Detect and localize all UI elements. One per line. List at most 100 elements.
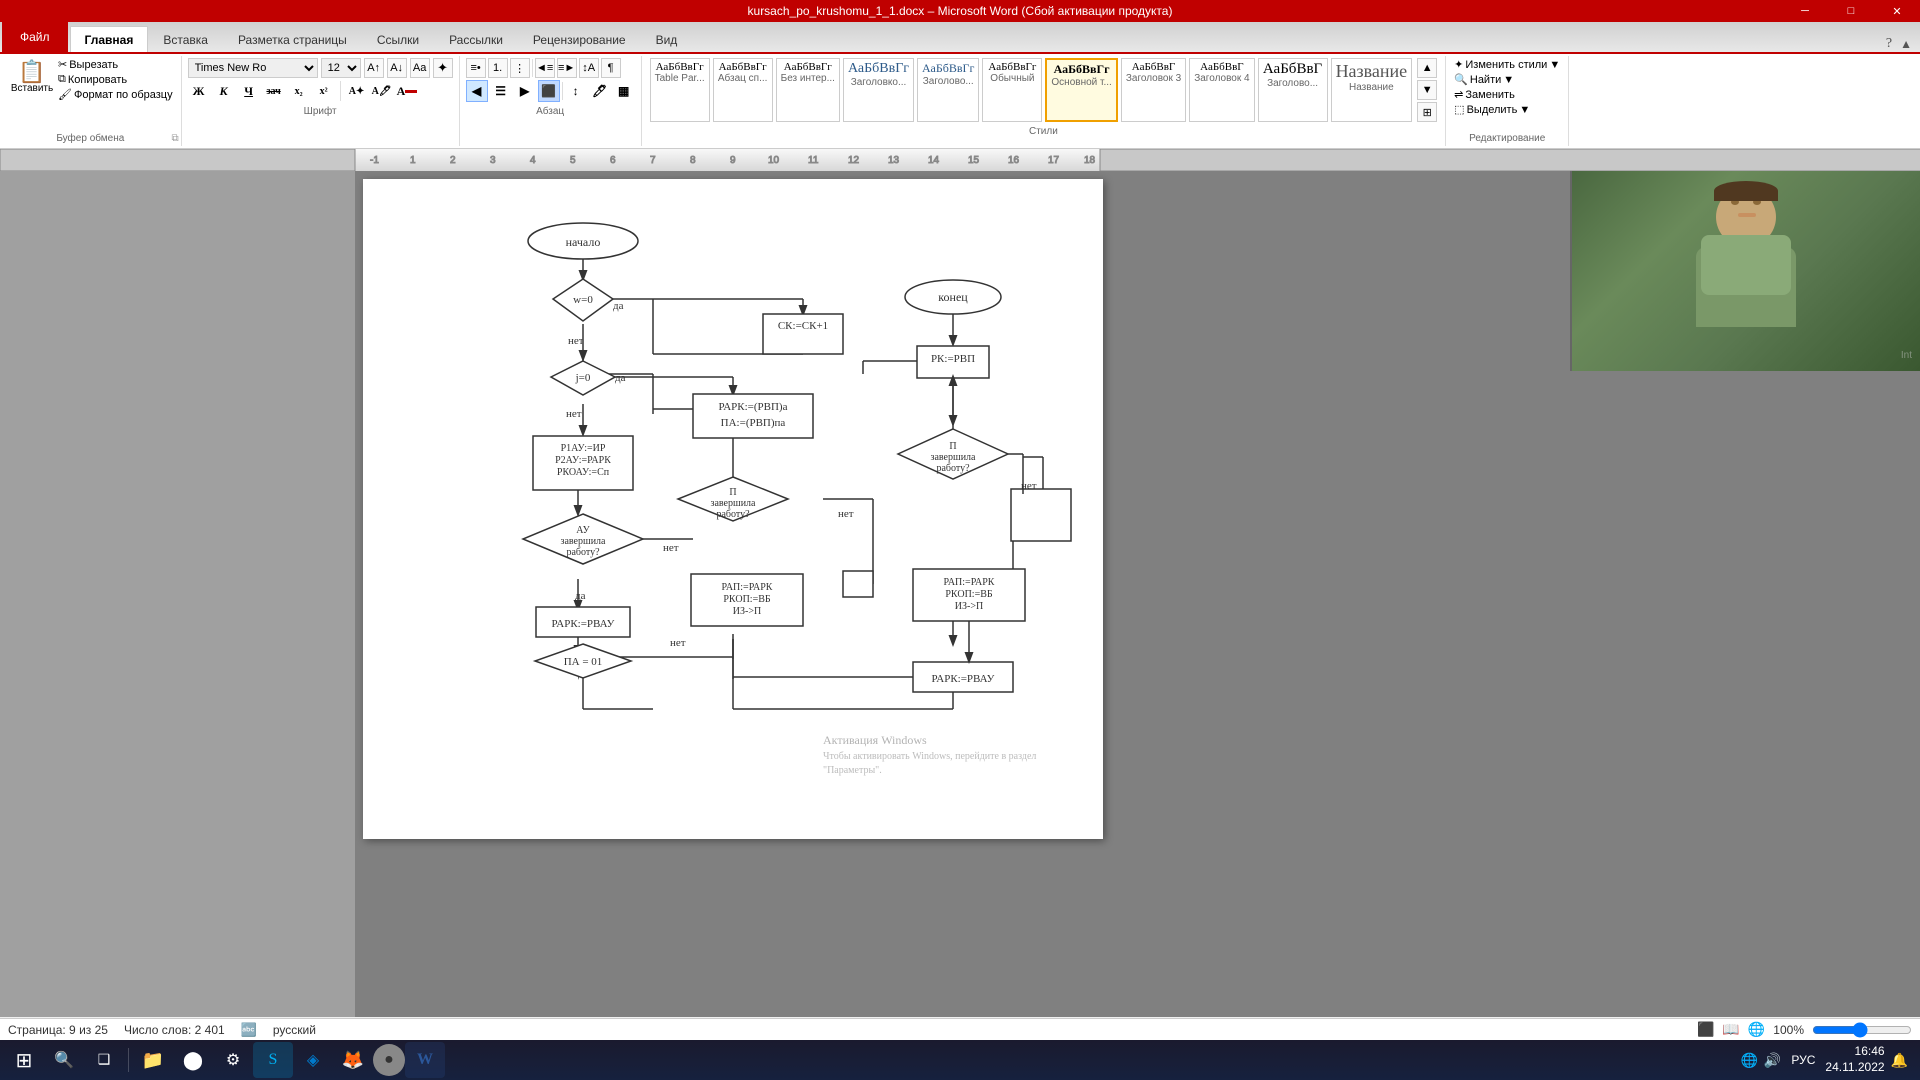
close-button[interactable]: ✕ [1874,0,1920,22]
increase-indent-button[interactable]: ≡► [557,58,577,78]
chrome-button[interactable]: ⬤ [173,1042,213,1078]
tab-mail[interactable]: Рассылки [434,26,518,52]
font-color-button[interactable]: A [396,80,418,102]
style-no-space[interactable]: АаБбВвГг Без интер... [776,58,840,122]
tab-review[interactable]: Рецензирование [518,26,641,52]
borders-button[interactable]: ▦ [613,80,635,102]
style-main-text[interactable]: АаБбВвГг Основной т... [1045,58,1117,122]
svg-text:5: 5 [570,155,576,166]
change-styles-button[interactable]: ✦ Изменить стили ▼ [1454,58,1560,71]
underline-button[interactable]: Ч [238,80,260,102]
style-normal[interactable]: АаБбВвГг Обычный [982,58,1042,122]
cut-button[interactable]: ✂ Вырезать [58,58,173,71]
font-size-select[interactable]: 12 [321,58,361,78]
obs-button[interactable]: ● [373,1044,405,1076]
tab-home[interactable]: Главная [70,26,149,53]
replace-button[interactable]: ⇌ Заменить [1454,88,1515,101]
subscript-button[interactable]: х₂ [288,80,310,102]
align-left-button[interactable]: ◀ [466,80,488,102]
styles-scroll-down[interactable]: ▼ [1417,80,1437,100]
clock[interactable]: 16:46 24.11.2022 [1825,1044,1884,1075]
show-marks-button[interactable]: ¶ [601,58,621,78]
svg-text:6: 6 [610,155,616,166]
format-painter-button[interactable]: 🖌 Формат по образцу [58,88,173,101]
font-name-select[interactable]: Times New Ro [188,58,318,78]
view-normal-icon[interactable]: ⬛ [1697,1021,1714,1038]
view-web-icon[interactable]: 🌐 [1748,1021,1765,1038]
shading-button[interactable]: 🖊 [589,80,611,102]
maximize-button[interactable]: □ [1828,0,1874,22]
lang-indicator[interactable]: РУС [1787,1053,1819,1067]
ruler: -1 1 2 3 4 5 6 7 8 9 10 11 12 13 14 15 1… [0,149,1920,171]
word-button[interactable]: W [405,1042,445,1078]
copy-button[interactable]: ⧉ Копировать [58,73,173,86]
style-heading4[interactable]: АаБбВвГ Заголовок 4 [1189,58,1254,122]
styles-scroll-up[interactable]: ▲ [1417,58,1437,78]
minimize-button[interactable]: ─ [1782,0,1828,22]
find-button[interactable]: 🔍 Найти ▼ [1454,73,1514,86]
strikethrough-button[interactable]: зач [263,80,285,102]
cut-icon: ✂ [58,58,67,71]
skype-button[interactable]: S [253,1042,293,1078]
svg-text:РКОП:=ВБ: РКОП:=ВБ [945,589,993,600]
style-abzac[interactable]: АаБбВвГг Абзац сп... [713,58,773,122]
language-indicator[interactable]: русский [273,1023,316,1037]
multilevel-button[interactable]: ⋮ [510,58,530,78]
align-center-button[interactable]: ☰ [490,80,512,102]
style-title[interactable]: Название Название [1331,58,1413,122]
vscode-button[interactable]: ◈ [293,1042,333,1078]
taskbar-right: 🌐 🔊 РУС 16:46 24.11.2022 🔔 [1740,1044,1916,1075]
style-table-par[interactable]: АаБбВвГг Table Par... [650,58,710,122]
numbering-button[interactable]: 1. [488,58,508,78]
firefox-button[interactable]: 🦊 [333,1042,373,1078]
clipboard-expand-icon[interactable]: ⧉ [171,133,178,144]
help-icon[interactable]: ? [1886,36,1892,52]
start-button[interactable]: ⊞ [4,1042,44,1078]
settings-button[interactable]: ⚙ [213,1042,253,1078]
search-button[interactable]: 🔍 [44,1042,84,1078]
change-case-button[interactable]: Аа [410,58,430,78]
style-heading5[interactable]: АаБбВвГ Заголово... [1258,58,1328,122]
tab-insert[interactable]: Вставка [148,26,223,52]
svg-text:Чтобы активировать Windows, пе: Чтобы активировать Windows, перейдите в … [823,751,1036,762]
font-shrink-button[interactable]: A↓ [387,58,407,78]
paste-button[interactable]: 📋 Вставить [8,58,56,97]
task-view-button[interactable]: ❑ [84,1042,124,1078]
svg-text:ПА:=(РВП)па: ПА:=(РВП)па [721,417,786,429]
italic-button[interactable]: К [213,80,235,102]
notifications-icon[interactable]: 🔔 [1891,1052,1908,1069]
volume-icon[interactable]: 🔊 [1764,1052,1781,1069]
network-icon[interactable]: 🌐 [1740,1052,1757,1069]
highlight-button[interactable]: A🖊 [371,80,393,102]
sort-button[interactable]: ↕A [579,58,599,78]
font-grow-button[interactable]: A↑ [364,58,384,78]
styles-expand[interactable]: ⊞ [1417,102,1437,122]
status-bar: Страница: 9 из 25 Число слов: 2 401 🔤 ру… [0,1018,1920,1040]
style-heading2[interactable]: АаБбВвГг Заголово... [917,58,979,122]
align-right-button[interactable]: ▶ [514,80,536,102]
tab-file[interactable]: Файл [2,22,68,52]
svg-text:начало: начало [566,235,601,249]
minimize-ribbon-icon[interactable]: ▲ [1900,37,1912,52]
view-reading-icon[interactable]: 📖 [1722,1021,1739,1038]
line-spacing-button[interactable]: ↕ [565,80,587,102]
file-explorer-button[interactable]: 📁 [133,1042,173,1078]
select-button[interactable]: ⬚ Выделить ▼ [1454,103,1530,116]
tab-refs[interactable]: Ссылки [362,26,434,52]
status-right: ⬛ 📖 🌐 100% [1697,1021,1912,1038]
clear-format-button[interactable]: ✦ [433,58,453,78]
justify-button[interactable]: ⬛ [538,80,560,102]
doc-page: да нет да нет да нет [363,179,1103,839]
decrease-indent-button[interactable]: ◄≡ [535,58,555,78]
style-heading3[interactable]: АаБбВвГ Заголовок 3 [1121,58,1186,122]
svg-text:-1: -1 [370,155,379,166]
superscript-button[interactable]: х² [313,80,335,102]
tab-view[interactable]: Вид [641,26,693,52]
svg-text:ИЗ->П: ИЗ->П [733,606,761,617]
zoom-slider[interactable] [1812,1023,1912,1037]
style-heading1[interactable]: АаБбВвГг Заголовко... [843,58,914,122]
bullets-button[interactable]: ≡• [466,58,486,78]
bold-button[interactable]: Ж [188,80,210,102]
tab-layout[interactable]: Разметка страницы [223,26,362,52]
text-effect-button[interactable]: A✦ [346,80,368,102]
